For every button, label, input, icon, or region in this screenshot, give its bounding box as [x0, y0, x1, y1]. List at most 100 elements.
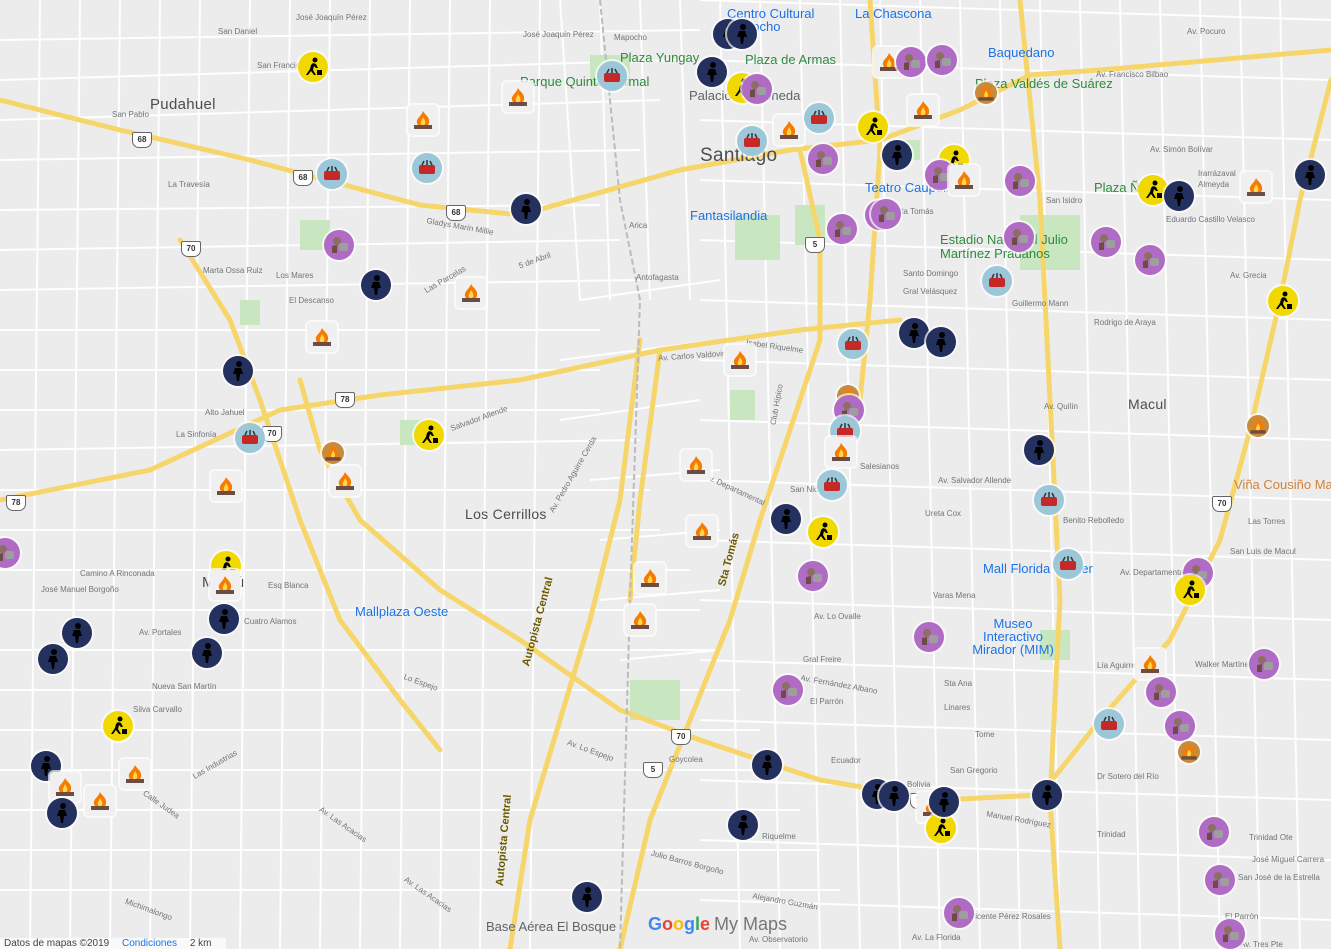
pot-marker-icon[interactable] — [944, 898, 974, 928]
fire-marker-icon[interactable] — [625, 605, 655, 635]
fire-marker-icon[interactable] — [210, 570, 240, 600]
cooking-marker-icon[interactable] — [804, 103, 834, 133]
pot-marker-icon[interactable] — [1005, 166, 1035, 196]
cooking-marker-icon[interactable] — [1053, 549, 1083, 579]
map-canvas[interactable] — [0, 0, 1331, 949]
cooking-marker-icon[interactable] — [817, 470, 847, 500]
poi-base-aerea[interactable]: Base Aérea El Bosque — [486, 919, 616, 934]
silhouette-marker-icon[interactable] — [926, 327, 956, 357]
poi-mallplaza-oeste[interactable]: Mallplaza Oeste — [355, 604, 448, 619]
fire-marker-icon[interactable] — [635, 563, 665, 593]
silhouette-marker-icon[interactable] — [929, 787, 959, 817]
silhouette-marker-icon[interactable] — [361, 270, 391, 300]
cooking-marker-icon[interactable] — [1094, 709, 1124, 739]
cooking-marker-icon[interactable] — [235, 423, 265, 453]
poi-baquedano[interactable]: Baquedano — [988, 45, 1055, 60]
cooking-marker-icon[interactable] — [1034, 485, 1064, 515]
cooking-marker-icon[interactable] — [737, 126, 767, 156]
pot-marker-icon[interactable] — [896, 47, 926, 77]
pot-marker-icon[interactable] — [827, 214, 857, 244]
fire-small-marker-icon[interactable] — [1178, 741, 1200, 763]
pot-marker-icon[interactable] — [1215, 919, 1245, 949]
fire-marker-icon[interactable] — [908, 95, 938, 125]
fire-marker-icon[interactable] — [681, 450, 711, 480]
cooking-marker-icon[interactable] — [982, 266, 1012, 296]
fire-marker-icon[interactable] — [211, 471, 241, 501]
cooking-marker-icon[interactable] — [838, 329, 868, 359]
running-marker-icon[interactable] — [858, 112, 888, 142]
running-marker-icon[interactable] — [414, 420, 444, 450]
pot-marker-icon[interactable] — [1249, 649, 1279, 679]
silhouette-marker-icon[interactable] — [1295, 160, 1325, 190]
poi-fantasilandia[interactable]: Fantasilandia — [690, 208, 767, 223]
pot-marker-icon[interactable] — [1199, 817, 1229, 847]
fire-marker-icon[interactable] — [1241, 172, 1271, 202]
silhouette-marker-icon[interactable] — [223, 356, 253, 386]
fire-marker-icon[interactable] — [503, 82, 533, 112]
fire-small-marker-icon[interactable] — [975, 82, 997, 104]
silhouette-marker-icon[interactable] — [728, 810, 758, 840]
poi-plaza-yungay[interactable]: Plaza Yungay — [620, 50, 699, 65]
fire-marker-icon[interactable] — [725, 345, 755, 375]
silhouette-marker-icon[interactable] — [572, 882, 602, 912]
silhouette-marker-icon[interactable] — [1024, 435, 1054, 465]
silhouette-marker-icon[interactable] — [38, 644, 68, 674]
pot-marker-icon[interactable] — [742, 74, 772, 104]
pot-marker-icon[interactable] — [1135, 245, 1165, 275]
running-marker-icon[interactable] — [1138, 175, 1168, 205]
silhouette-marker-icon[interactable] — [192, 638, 222, 668]
fire-marker-icon[interactable] — [774, 115, 804, 145]
pot-marker-icon[interactable] — [1205, 865, 1235, 895]
cooking-marker-icon[interactable] — [412, 153, 442, 183]
running-marker-icon[interactable] — [1175, 575, 1205, 605]
terms-link[interactable]: Condiciones — [122, 938, 177, 949]
silhouette-marker-icon[interactable] — [727, 19, 757, 49]
pot-marker-icon[interactable] — [1091, 227, 1121, 257]
running-marker-icon[interactable] — [926, 813, 956, 843]
pot-marker-icon[interactable] — [1165, 711, 1195, 741]
running-marker-icon[interactable] — [1268, 286, 1298, 316]
silhouette-marker-icon[interactable] — [209, 604, 239, 634]
fire-marker-icon[interactable] — [408, 105, 438, 135]
silhouette-marker-icon[interactable] — [882, 140, 912, 170]
pot-marker-icon[interactable] — [1004, 222, 1034, 252]
fire-marker-icon[interactable] — [826, 437, 856, 467]
poi-la-chascona[interactable]: La Chascona — [855, 6, 932, 21]
fire-marker-icon[interactable] — [949, 165, 979, 195]
fire-marker-icon[interactable] — [120, 759, 150, 789]
poi-museo-mim[interactable]: Museo Interactivo Mirador (MIM) — [968, 617, 1058, 656]
cooking-marker-icon[interactable] — [597, 61, 627, 91]
fire-small-marker-icon[interactable] — [322, 442, 344, 464]
silhouette-marker-icon[interactable] — [879, 781, 909, 811]
silhouette-marker-icon[interactable] — [899, 318, 929, 348]
cooking-marker-icon[interactable] — [317, 159, 347, 189]
poi-parque-quinta-normal[interactable]: Parque Quinta Normal — [520, 74, 649, 89]
pot-marker-icon[interactable] — [927, 45, 957, 75]
running-marker-icon[interactable] — [298, 52, 328, 82]
pot-marker-icon[interactable] — [914, 622, 944, 652]
silhouette-marker-icon[interactable] — [1032, 780, 1062, 810]
pot-marker-icon[interactable] — [871, 199, 901, 229]
poi-vina-cousino-macul[interactable]: Viña Cousiño Macul — [1234, 477, 1331, 492]
silhouette-marker-icon[interactable] — [62, 618, 92, 648]
silhouette-marker-icon[interactable] — [511, 194, 541, 224]
fire-marker-icon[interactable] — [687, 516, 717, 546]
fire-marker-icon[interactable] — [330, 466, 360, 496]
fire-marker-icon[interactable] — [307, 322, 337, 352]
fire-marker-icon[interactable] — [85, 786, 115, 816]
fire-marker-icon[interactable] — [456, 278, 486, 308]
poi-plaza-de-armas[interactable]: Plaza de Armas — [745, 52, 836, 67]
silhouette-marker-icon[interactable] — [47, 798, 77, 828]
fire-marker-icon[interactable] — [1135, 649, 1165, 679]
pot-marker-icon[interactable] — [808, 144, 838, 174]
silhouette-marker-icon[interactable] — [771, 504, 801, 534]
running-marker-icon[interactable] — [808, 517, 838, 547]
pot-marker-icon[interactable] — [1146, 677, 1176, 707]
running-marker-icon[interactable] — [103, 711, 133, 741]
pot-marker-icon[interactable] — [773, 675, 803, 705]
silhouette-marker-icon[interactable] — [697, 57, 727, 87]
fire-small-marker-icon[interactable] — [1247, 415, 1269, 437]
silhouette-marker-icon[interactable] — [752, 750, 782, 780]
pot-marker-icon[interactable] — [798, 561, 828, 591]
silhouette-marker-icon[interactable] — [1164, 181, 1194, 211]
